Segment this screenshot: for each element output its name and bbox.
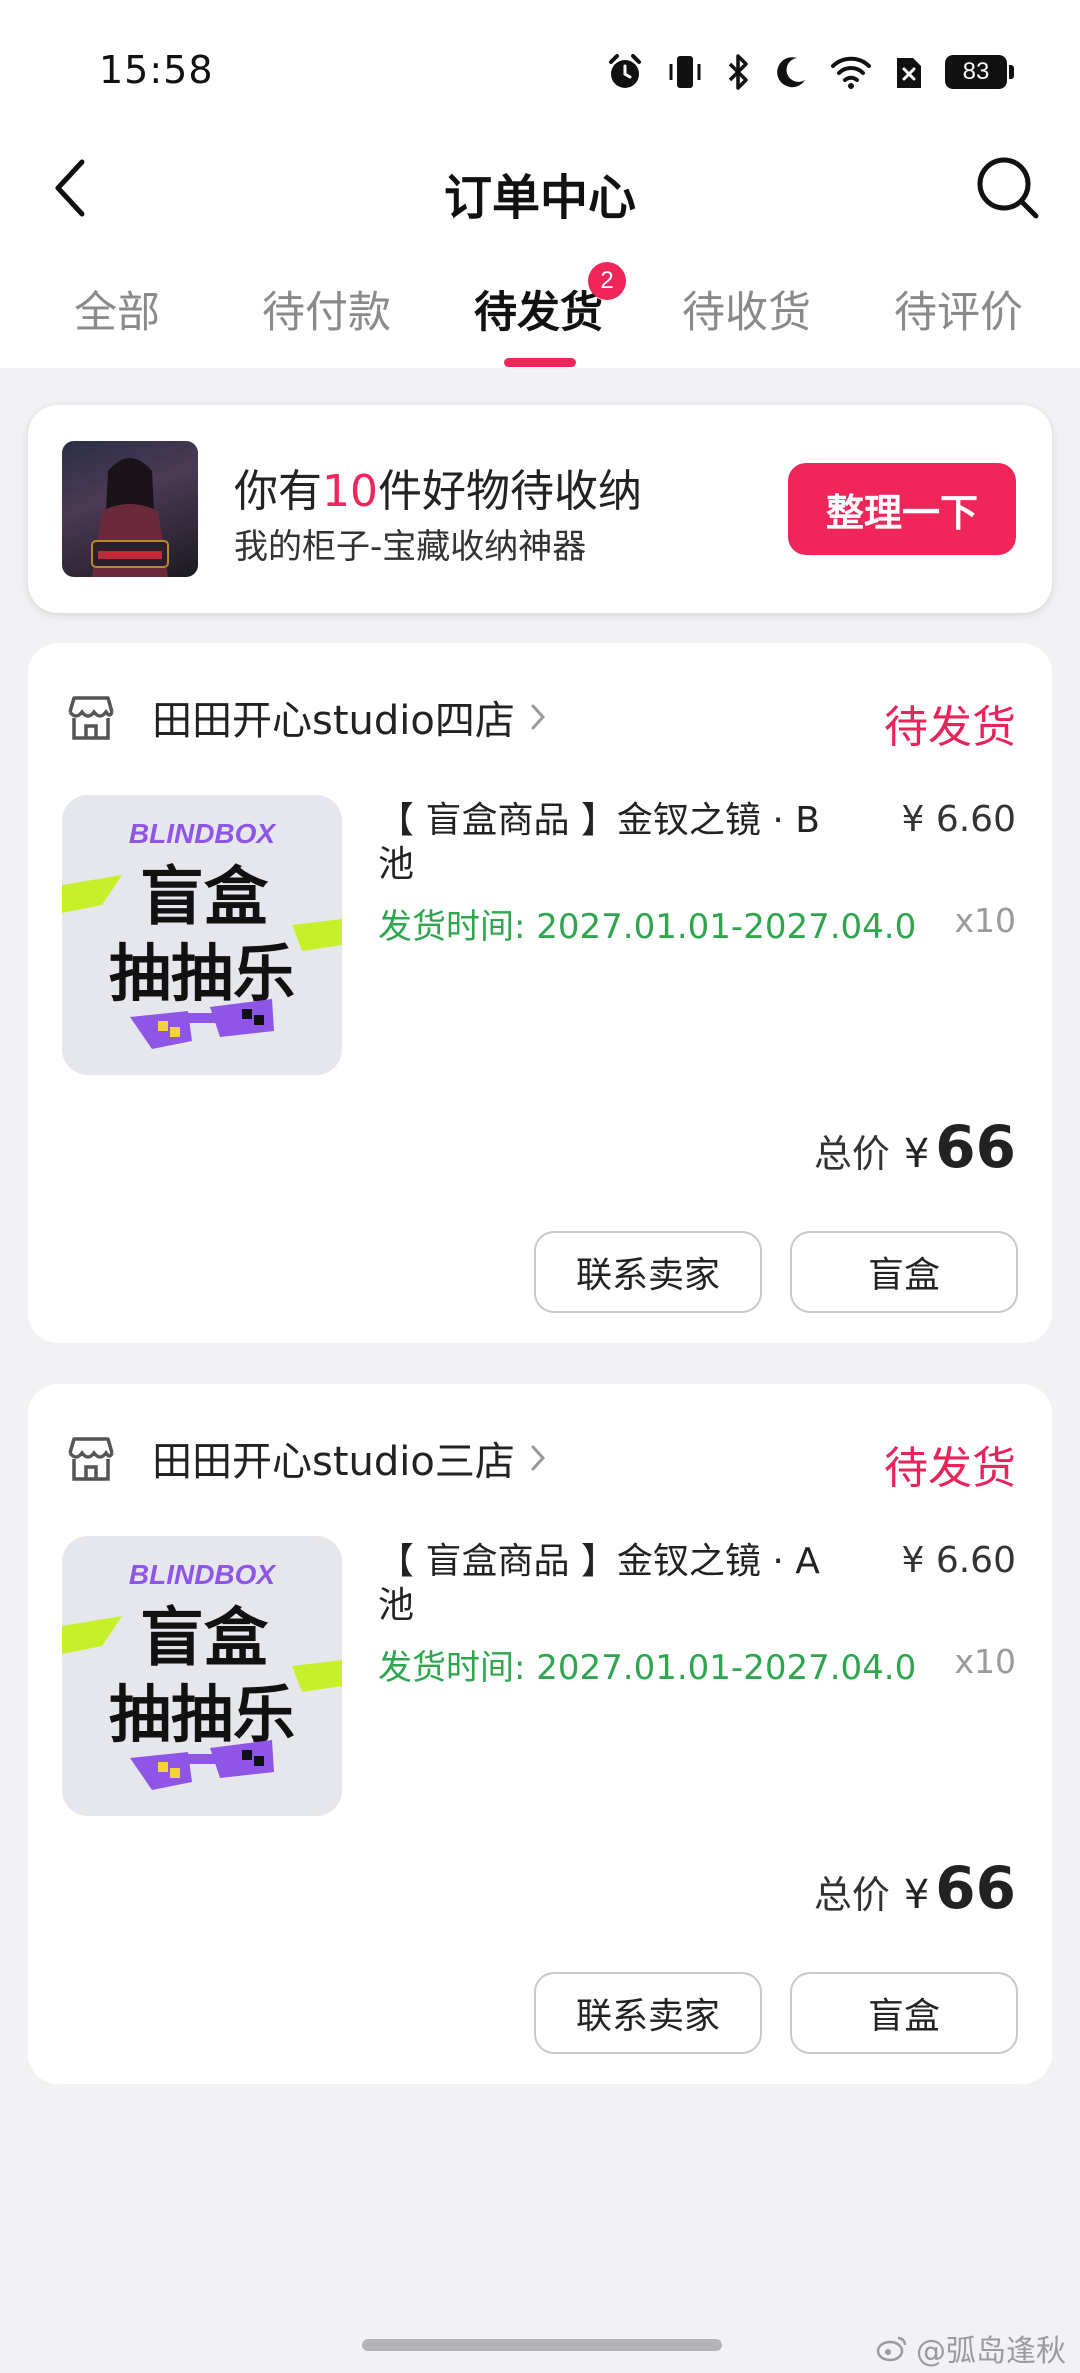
battery-level: 83	[945, 55, 1007, 89]
total-currency: ¥	[903, 1131, 930, 1177]
blindbox-brand-text: BLINDBOX	[129, 1559, 278, 1590]
status-time: 15:58	[99, 48, 214, 92]
watermark: @弧岛逢秋	[876, 2326, 1066, 2370]
order-tabs: 全部 待付款 待发货 待收货 待评价	[0, 250, 1080, 368]
banner-thumbnail	[62, 441, 198, 577]
blindbox-title-line1: 盲盒	[140, 1602, 269, 1676]
search-icon	[977, 157, 1039, 219]
contact-seller-button[interactable]: 联系卖家	[534, 1231, 762, 1313]
banner-subtitle: 我的柜子-宝藏收纳神器	[234, 527, 587, 567]
product-quantity: x10	[954, 1642, 1016, 1681]
chevron-right-icon	[531, 1445, 545, 1471]
shipping-time: 发货时间: 2027.01.01-2027.04.0···	[378, 1648, 918, 1688]
vibrate-icon	[669, 56, 701, 88]
active-tab-indicator	[504, 358, 576, 367]
tab-pending-review[interactable]: 待评价	[894, 278, 1023, 340]
store-icon	[68, 696, 114, 740]
total-label: 总价	[813, 1873, 890, 1917]
store-name: 田田开心studio四店	[152, 698, 515, 744]
blindbox-title-line2: 抽抽乐	[109, 937, 295, 1010]
product-price: ¥ 6.60	[901, 1540, 1016, 1581]
tab-pending-payment[interactable]: 待付款	[262, 278, 391, 340]
page-title: 订单中心	[443, 170, 636, 226]
weibo-icon	[876, 2336, 907, 2362]
tab-pending-shipment[interactable]: 待发货	[474, 278, 603, 340]
status-bar: 15:58 83	[0, 0, 1080, 130]
order-total: 总价 ¥ 66	[814, 1854, 1016, 1922]
banner-item-count: 10	[322, 466, 378, 517]
storage-banner[interactable]: 你有10件好物待收纳 我的柜子-宝藏收纳神器 整理一下	[28, 405, 1052, 613]
chevron-right-icon	[531, 704, 545, 730]
tab-all[interactable]: 全部	[74, 278, 160, 340]
wifi-icon	[831, 56, 871, 89]
watermark-text: @弧岛逢秋	[916, 2334, 1066, 2369]
home-indicator[interactable]	[362, 2339, 722, 2351]
total-amount: 66	[935, 1854, 1016, 1922]
blindbox-button[interactable]: 盲盒	[790, 1972, 1018, 2054]
store-name: 田田开心studio三店	[152, 1439, 515, 1485]
order-status: 待发货	[884, 702, 1016, 753]
product-image[interactable]: BLINDBOX 盲盒 抽抽乐	[62, 1536, 342, 1816]
product-image[interactable]: BLINDBOX 盲盒 抽抽乐	[62, 795, 342, 1075]
product-title[interactable]: 【 盲盒商品 】金钗之镜 · A 池	[378, 1540, 848, 1628]
product-price: ¥ 6.60	[901, 799, 1016, 840]
total-label: 总价	[813, 1132, 890, 1176]
order-total: 总价 ¥ 66	[814, 1113, 1016, 1181]
order-center-screen: 15:58 83 订单中心 全部 待付款 待发货 待收货 待评价 2 你有10件…	[0, 0, 1080, 2373]
battery-icon: 83	[945, 55, 1014, 89]
product-title[interactable]: 【 盲盒商品 】金钗之镜 · B 池	[378, 799, 848, 887]
blindbox-title-line2: 抽抽乐	[109, 1678, 295, 1751]
tab-pending-receipt[interactable]: 待收货	[682, 278, 811, 340]
bluetooth-icon	[728, 54, 748, 90]
status-icons: 83	[605, 50, 1014, 94]
banner-title: 你有10件好物待收纳	[234, 466, 642, 517]
tidy-up-button[interactable]: 整理一下	[788, 463, 1016, 555]
total-amount: 66	[935, 1113, 1016, 1181]
order-card[interactable]: 田田开心studio四店 待发货 BLINDBOX 盲盒 抽抽乐 【 盲盒商品 …	[28, 643, 1052, 1343]
total-currency: ¥	[903, 1872, 930, 1918]
store-icon	[68, 1437, 114, 1481]
product-quantity: x10	[954, 901, 1016, 940]
tab-badge-count: 2	[588, 262, 626, 300]
order-card[interactable]: 田田开心studio三店 待发货 BLINDBOX 盲盒 抽抽乐 【 盲盒商品 …	[28, 1384, 1052, 2084]
store-link[interactable]: 田田开心studio三店	[64, 1428, 547, 1488]
shipping-time: 发货时间: 2027.01.01-2027.04.0···	[378, 907, 918, 947]
blindbox-button[interactable]: 盲盒	[790, 1231, 1018, 1313]
alarm-icon	[609, 54, 641, 88]
order-status: 待发货	[884, 1443, 1016, 1494]
store-link[interactable]: 田田开心studio四店	[64, 687, 547, 747]
header: 订单中心	[0, 130, 1080, 250]
blindbox-title-line1: 盲盒	[140, 861, 269, 935]
search-button[interactable]	[970, 150, 1046, 226]
blindbox-brand-text: BLINDBOX	[129, 818, 278, 849]
no-sim-icon	[897, 58, 921, 88]
moon-icon	[777, 57, 805, 88]
contact-seller-button[interactable]: 联系卖家	[534, 1972, 762, 2054]
